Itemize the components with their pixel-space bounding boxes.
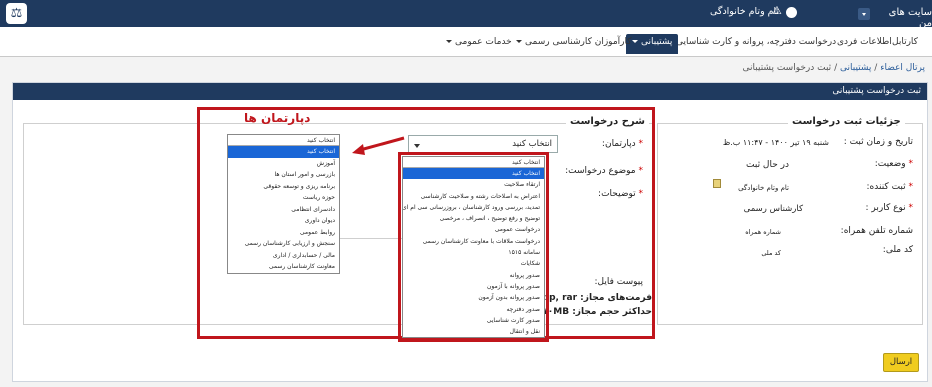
- tab-support[interactable]: پشتیبانی: [626, 34, 679, 54]
- required-mark: *: [908, 159, 914, 169]
- main-nav: کارتابل اطلاعات فردی درخواست دفترچه، پرو…: [0, 27, 932, 57]
- tab-trainees-label: کارآموزان کارشناسی رسمی: [525, 37, 632, 47]
- phone-value: شماره همراه: [745, 228, 781, 236]
- my-sites-menu[interactable]: سایت های من: [880, 7, 932, 29]
- dropdown-option[interactable]: صدور دفترچه: [403, 304, 544, 315]
- breadcrumb-root[interactable]: پرتال اعضاء: [880, 63, 925, 73]
- department-dropdown-current[interactable]: انتخاب کنید: [228, 135, 339, 146]
- dropdown-option[interactable]: سنجش و ارزیابی کارشناسان رسمی: [228, 238, 339, 250]
- dropdown-option[interactable]: آموزش: [228, 158, 339, 170]
- phone-label: شماره تلفن همراه:: [840, 226, 913, 236]
- sites-dropdown-toggle[interactable]: [858, 8, 870, 20]
- dropdown-option[interactable]: دادسرای انتظامی: [228, 204, 339, 216]
- breadcrumb-support[interactable]: پشتیبانی: [840, 63, 871, 73]
- tab-support-label: پشتیبانی: [641, 37, 673, 47]
- scales-icon[interactable]: ⚖: [6, 3, 27, 24]
- subject-dropdown-current[interactable]: انتخاب کنید: [403, 157, 544, 168]
- edit-profile-icon[interactable]: [713, 179, 721, 188]
- dropdown-option[interactable]: دیوان داوری: [228, 215, 339, 227]
- dropdown-option[interactable]: صدور کارت شناسایی: [403, 315, 544, 326]
- dropdown-option[interactable]: سامانه ۱۵۱۵: [403, 247, 544, 258]
- datetime-value: شنبه ۱۹ تیر ۱۴۰۰ - ۱۱:۴۷ ب.ظ: [722, 138, 829, 147]
- dropdown-option[interactable]: انتخاب کنید: [403, 168, 544, 180]
- chevron-down-icon: [516, 40, 522, 43]
- usertype-label-text: نوع کاربر :: [865, 203, 906, 213]
- user-status-icon[interactable]: [786, 7, 797, 18]
- subject-dropdown[interactable]: انتخاب کنید انتخاب کنید ارتقاء صلاحیت اعتر…: [402, 156, 545, 338]
- required-mark: *: [908, 203, 914, 213]
- tab-license-request[interactable]: درخواست دفترچه، پروانه و کارت شناسایی: [676, 37, 836, 47]
- arrow-icon: [352, 136, 405, 155]
- dropdown-option[interactable]: تمدید، بررسی ورود کارشناسان ، بروزرسانی …: [403, 202, 544, 213]
- dropdown-option[interactable]: روابط عمومی: [228, 227, 339, 239]
- breadcrumb: پرتال اعضاء / پشتیبانی / ثبت درخواست پشت…: [500, 63, 925, 73]
- required-mark: *: [908, 182, 914, 192]
- dropdown-option[interactable]: شکایات: [403, 258, 544, 269]
- usertype-value: کارشناس رسمی: [743, 204, 803, 214]
- dropdown-option[interactable]: صدور پروانه با آزمون: [403, 281, 544, 292]
- status-label-text: وضعیت:: [874, 159, 906, 169]
- chevron-down-icon: [632, 40, 638, 43]
- dropdown-option[interactable]: ارتقاء صلاحیت: [403, 179, 544, 190]
- submitter-label-text: ثبت کننده:: [866, 182, 906, 192]
- top-bar: ⚖ سایت های من ⚠ تام وتام خانوادگی: [0, 0, 932, 29]
- dropdown-option[interactable]: توضیح و رفع توضیح ، انصراف ، مرخصی: [403, 213, 544, 224]
- breadcrumb-separator: /: [874, 63, 878, 73]
- dropdown-option[interactable]: انتخاب کنید: [228, 146, 339, 158]
- dropdown-option[interactable]: صدور پروانه بدون آزمون: [403, 292, 544, 303]
- submitter-label: * ثبت کننده:: [867, 182, 913, 192]
- dropdown-option[interactable]: برنامه ریزی و توسعه حقوقی: [228, 181, 339, 193]
- dropdown-option[interactable]: حوزه ریاست: [228, 192, 339, 204]
- submit-button[interactable]: ارسال: [883, 353, 919, 372]
- tab-public-services[interactable]: خدمات عمومی: [446, 37, 512, 47]
- subject-dropdown-current-label: انتخاب کنید: [511, 159, 540, 166]
- dropdown-option[interactable]: مالی / حسابداری / اداری: [228, 250, 339, 262]
- dropdown-option[interactable]: صدور پروانه: [403, 270, 544, 281]
- tab-trainees[interactable]: کارآموزان کارشناسی رسمی: [516, 37, 632, 47]
- details-legend: جزئیات ثبت درخواست: [788, 116, 905, 127]
- username[interactable]: تام وتام خانوادگی: [710, 6, 779, 17]
- dropdown-option[interactable]: درخواست ملاقات با معاونت کارشناسان رسمی: [403, 236, 544, 247]
- status-label: * وضعیت:: [875, 159, 913, 169]
- dropdown-option[interactable]: نقل و انتقال: [403, 326, 544, 337]
- status-value: در حال ثبت: [746, 160, 789, 170]
- tab-cartable[interactable]: کارتابل: [892, 37, 918, 47]
- dropdown-option[interactable]: اعتراض به اصلاحات رشته و صلاحیت کارشناسی: [403, 191, 544, 202]
- department-dropdown-current-label: انتخاب کنید: [306, 137, 335, 144]
- datetime-label: تاریخ و زمان ثبت :: [843, 137, 913, 147]
- department-dropdown[interactable]: انتخاب کنید انتخاب کنید آموزش بازرسی و امو…: [227, 134, 340, 274]
- nid-label: کد ملی:: [882, 245, 913, 255]
- chevron-down-icon: [446, 40, 452, 43]
- usertype-label: * نوع کاربر :: [866, 203, 914, 213]
- nid-value: کد ملی: [761, 249, 781, 257]
- dropdown-option[interactable]: بازرسی و امور استان ها: [228, 169, 339, 181]
- annotation-title: دپارتمان ها: [244, 111, 311, 125]
- details-fieldset: [657, 123, 923, 325]
- breadcrumb-current: ثبت درخواست پشتیبانی: [742, 63, 832, 73]
- panel-title: ثبت درخواست پشتیبانی: [13, 83, 927, 100]
- dropdown-option[interactable]: معاونت کارشناسان رسمی: [228, 261, 339, 273]
- tab-public-services-label: خدمات عمومی: [455, 37, 512, 47]
- breadcrumb-separator: /: [834, 63, 838, 73]
- dropdown-option[interactable]: درخواست عمومی: [403, 224, 544, 235]
- tab-personal-info[interactable]: اطلاعات فردی: [837, 37, 892, 47]
- submitter-value: تام وتام خانوادگی: [738, 184, 789, 192]
